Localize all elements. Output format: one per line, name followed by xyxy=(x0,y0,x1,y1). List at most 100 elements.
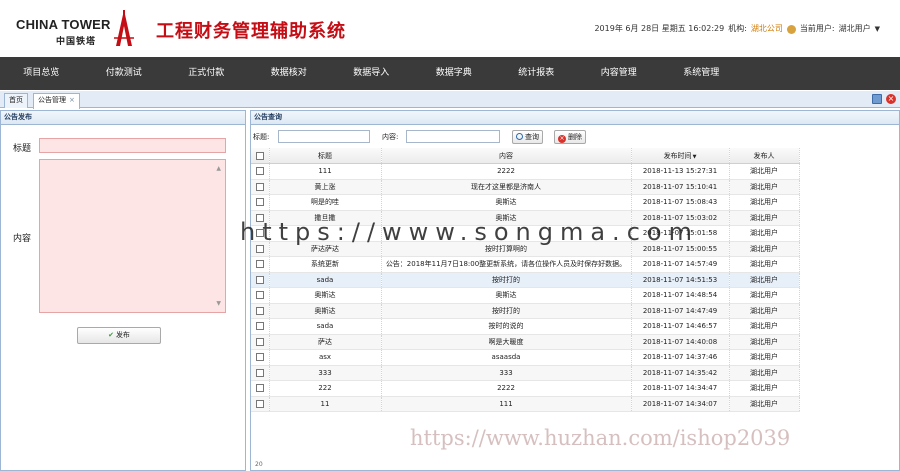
delete-icon: × xyxy=(558,135,566,143)
cell-content xyxy=(381,225,632,242)
page-size-select[interactable]: 20 xyxy=(255,461,263,468)
cell-title: sada xyxy=(269,318,382,335)
nav-item-data-dictionary[interactable]: 数据字典 xyxy=(413,57,496,90)
tab-bar: 首页 公告管理 × × xyxy=(0,91,900,109)
nav-item-content[interactable]: 内容管理 xyxy=(578,57,661,90)
content-textarea[interactable]: ▲ ▼ xyxy=(39,159,226,313)
col-content[interactable]: 内容 xyxy=(381,148,632,164)
caret-down-icon[interactable]: ▼ xyxy=(875,25,880,33)
cell-author: 湖北用户 xyxy=(729,349,800,366)
row-checkbox[interactable] xyxy=(251,380,270,397)
header-info: 2019年 6月 28日 星期五 16:02:29 机构: 湖北公司 当前用户:… xyxy=(594,23,880,34)
row-checkbox[interactable] xyxy=(251,334,270,350)
row-checkbox[interactable] xyxy=(251,318,270,335)
table-row[interactable]: 萨达萨达 按时打算啊的 2018-11-07 15:00:55 湖北用户 xyxy=(251,241,800,257)
tab-announcement[interactable]: 公告管理 × xyxy=(33,93,80,109)
select-all-checkbox[interactable] xyxy=(251,148,270,164)
cell-author: 湖北用户 xyxy=(729,334,800,350)
row-checkbox[interactable] xyxy=(251,225,270,242)
table-row[interactable]: 系统更新 公告：2018年11月7日18:00整更新系统，请各位操作人员及时保存好… xyxy=(251,256,800,273)
cell-author: 湖北用户 xyxy=(729,225,800,242)
table-row[interactable]: asx asaasda 2018-11-07 14:37:46 湖北用户 xyxy=(251,349,800,366)
cell-content: 333 xyxy=(381,365,632,381)
close-all-icon[interactable]: × xyxy=(886,94,896,104)
cell-content: 按时打的 xyxy=(381,303,632,319)
nav-item-data-check[interactable]: 数据核对 xyxy=(248,57,331,90)
table-row[interactable]: 奥斯达 奥斯达 2018-11-07 14:48:54 湖北用户 xyxy=(251,287,800,304)
table-header: 标题 内容 发布时间▼ 发布人 xyxy=(251,148,800,164)
home-icon[interactable] xyxy=(872,94,882,104)
nav-item-system[interactable]: 系统管理 xyxy=(660,57,743,90)
nav-item-data-import[interactable]: 数据导入 xyxy=(330,57,413,90)
table-row[interactable]: 11 111 2018-11-07 14:34:07 湖北用户 xyxy=(251,396,800,412)
cell-time: 2018-11-07 14:47:49 xyxy=(631,303,730,319)
cell-author: 湖北用户 xyxy=(729,396,800,412)
row-checkbox[interactable] xyxy=(251,210,270,226)
title-input[interactable] xyxy=(39,138,226,153)
search-icon xyxy=(516,133,523,140)
row-checkbox[interactable] xyxy=(251,303,270,319)
col-title[interactable]: 标题 xyxy=(269,148,382,164)
logo-text-cn: 中国铁塔 xyxy=(56,37,97,47)
nav-item-formal-payment[interactable]: 正式付款 xyxy=(165,57,248,90)
search-title-input[interactable] xyxy=(278,130,370,143)
table-row[interactable]: sada 按时打的 2018-11-07 14:51:53 湖北用户 xyxy=(251,272,800,288)
row-checkbox[interactable] xyxy=(251,349,270,366)
search-content-label: 内容: xyxy=(382,133,399,141)
tab-label: 公告管理 xyxy=(38,96,66,104)
row-checkbox[interactable] xyxy=(251,396,270,412)
cell-title xyxy=(269,225,382,242)
cell-time: 2018-11-13 15:27:31 xyxy=(631,163,730,180)
table-row[interactable]: 啊是的哇 奥斯达 2018-11-07 15:08:43 湖北用户 xyxy=(251,194,800,211)
row-checkbox[interactable] xyxy=(251,287,270,304)
sort-desc-icon: ▼ xyxy=(692,153,697,160)
cell-author: 湖北用户 xyxy=(729,380,800,397)
cell-time: 2018-11-07 15:10:41 xyxy=(631,179,730,195)
tab-home[interactable]: 首页 xyxy=(4,93,28,108)
cell-author: 湖北用户 xyxy=(729,241,800,257)
row-checkbox[interactable] xyxy=(251,272,270,288)
table-row[interactable]: 111 2222 2018-11-13 15:27:31 湖北用户 xyxy=(251,163,800,180)
scroll-up-icon[interactable]: ▲ xyxy=(216,165,221,172)
table-row[interactable]: 萨达 啊是大暖度 2018-11-07 14:40:08 湖北用户 xyxy=(251,334,800,350)
cell-author: 湖北用户 xyxy=(729,272,800,288)
cell-content: 111 xyxy=(381,396,632,412)
delete-button[interactable]: × 删除 xyxy=(554,130,586,144)
nav-item-payment-test[interactable]: 付款测试 xyxy=(83,57,166,90)
table-row[interactable]: 222 2222 2018-11-07 14:34:47 湖北用户 xyxy=(251,380,800,397)
nav-item-overview[interactable]: 项目总览 xyxy=(0,57,83,90)
row-checkbox[interactable] xyxy=(251,194,270,211)
cell-content: 公告：2018年11月7日18:00整更新系统，请各位操作人员及时保存好数据。 xyxy=(381,256,632,273)
pager: 20 xyxy=(251,460,899,470)
table-row[interactable]: 333 333 2018-11-07 14:35:42 湖北用户 xyxy=(251,365,800,381)
cell-author: 湖北用户 xyxy=(729,194,800,211)
publish-button[interactable]: ✔ 发布 xyxy=(77,327,161,344)
cell-time: 2018-11-07 14:57:49 xyxy=(631,256,730,273)
cell-time: 2018-11-07 15:08:43 xyxy=(631,194,730,211)
tab-tools: × xyxy=(872,94,896,104)
row-checkbox[interactable] xyxy=(251,179,270,195)
org-value[interactable]: 湖北公司 xyxy=(751,23,783,34)
col-author[interactable]: 发布人 xyxy=(729,148,800,164)
user-value[interactable]: 湖北用户 xyxy=(839,23,871,34)
row-checkbox[interactable] xyxy=(251,256,270,273)
row-checkbox[interactable] xyxy=(251,365,270,381)
table-row[interactable]: sada 按时的说的 2018-11-07 14:46:57 湖北用户 xyxy=(251,318,800,335)
table-row[interactable]: 黄上涨 现在才这里都是济南人 2018-11-07 15:10:41 湖北用户 xyxy=(251,179,800,195)
row-checkbox[interactable] xyxy=(251,163,270,180)
panel-title: 公告发布 xyxy=(1,111,245,125)
cell-author: 湖北用户 xyxy=(729,256,800,273)
scroll-down-icon[interactable]: ▼ xyxy=(216,300,221,307)
table-row[interactable]: 2018-11-07 15:01:58 湖北用户 xyxy=(251,225,800,242)
search-content-input[interactable] xyxy=(406,130,500,143)
row-checkbox[interactable] xyxy=(251,241,270,257)
col-time[interactable]: 发布时间▼ xyxy=(631,148,730,164)
cell-content: 2222 xyxy=(381,163,632,180)
table-row[interactable]: 奥斯达 按时打的 2018-11-07 14:47:49 湖北用户 xyxy=(251,303,800,319)
nav-item-statistics[interactable]: 统计报表 xyxy=(495,57,578,90)
close-icon[interactable]: × xyxy=(69,96,75,104)
cell-content: 奥斯达 xyxy=(381,210,632,226)
cell-author: 湖北用户 xyxy=(729,287,800,304)
table-row[interactable]: 撒旦撒 奥斯达 2018-11-07 15:03:02 湖北用户 xyxy=(251,210,800,226)
query-button[interactable]: 查询 xyxy=(512,130,543,144)
